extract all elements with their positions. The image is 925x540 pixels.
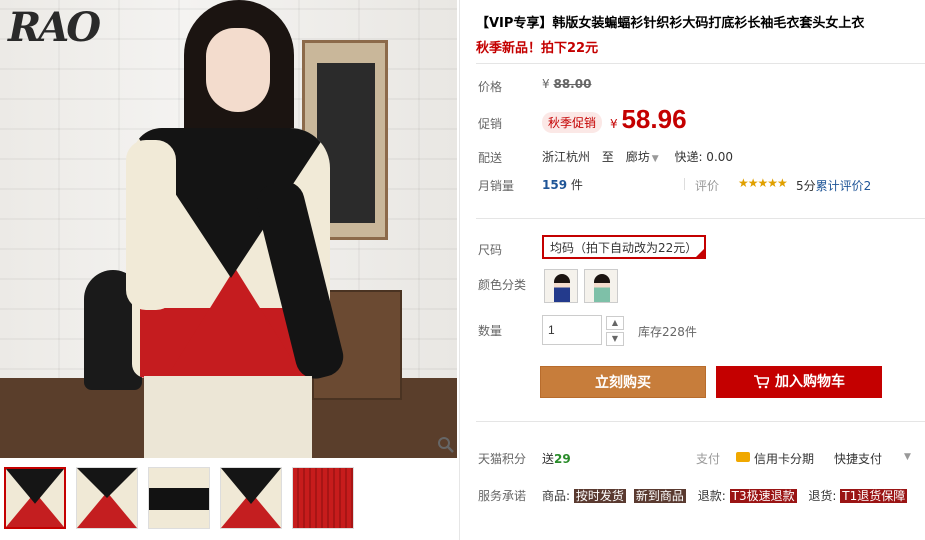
stock-count: 库存228件 bbox=[638, 325, 697, 339]
thumbnail-3[interactable] bbox=[148, 467, 210, 529]
model-figure bbox=[126, 0, 348, 458]
ship-to-word: 至 bbox=[601, 150, 614, 164]
goods-label: 商品: bbox=[542, 489, 571, 503]
quantity-decrease-icon[interactable]: ▼ bbox=[606, 332, 624, 346]
size-label: 尺码 bbox=[478, 243, 503, 257]
return-label: 退货: bbox=[808, 489, 837, 503]
promo-price: ¥ 58.96 bbox=[610, 104, 687, 135]
fast-refund-badge[interactable]: T3极速退款 bbox=[729, 489, 797, 503]
points-value: 送29 bbox=[542, 450, 571, 467]
shipping-label: 配送 bbox=[478, 151, 503, 165]
ship-from: 浙江杭州 bbox=[542, 150, 591, 164]
quantity-input[interactable] bbox=[542, 315, 602, 345]
pay-label: 支付 bbox=[696, 452, 721, 466]
add-to-cart-label: 加入购物车 bbox=[775, 374, 845, 390]
sales-label: 月销量 bbox=[478, 179, 515, 193]
divider bbox=[476, 218, 925, 219]
price-label: 价格 bbox=[478, 80, 503, 94]
shipping-fee: 快递: 0.00 bbox=[674, 150, 734, 164]
on-time-delivery-badge[interactable]: 按时发货 bbox=[573, 489, 626, 503]
refund-label: 退款: bbox=[697, 489, 726, 503]
main-product-image[interactable]: RAO bbox=[0, 0, 457, 458]
promo-label: 促销 bbox=[478, 117, 503, 131]
product-gallery: RAO bbox=[0, 0, 460, 540]
original-price-value: 88.00 bbox=[553, 77, 592, 91]
color-option-1[interactable] bbox=[544, 269, 578, 303]
cart-icon bbox=[754, 375, 769, 389]
new-goods-badge[interactable]: 新到商品 bbox=[633, 489, 686, 503]
return-guarantee-badge[interactable]: T1退货保障 bbox=[840, 489, 908, 503]
color-label: 颜色分类 bbox=[478, 278, 527, 292]
magnifier-icon[interactable] bbox=[437, 436, 455, 454]
points-number: 29 bbox=[554, 452, 571, 466]
chevron-down-icon[interactable]: ▼ bbox=[904, 452, 911, 462]
sales-count: 159 bbox=[542, 178, 568, 192]
rating-score: 5分 bbox=[796, 179, 816, 193]
divider bbox=[476, 63, 925, 64]
sales-unit: 件 bbox=[570, 178, 583, 192]
review-link[interactable]: 累计评价2 bbox=[816, 179, 872, 193]
buy-now-button[interactable]: 立刻购买 bbox=[540, 366, 706, 398]
original-price: ¥ 88.00 bbox=[542, 77, 591, 91]
promo-tag: 秋季促销 bbox=[542, 112, 603, 133]
monthly-sales: 159 件 bbox=[542, 176, 583, 193]
star-rating-icon: ★★★★★ bbox=[738, 176, 788, 190]
points-prefix: 送 bbox=[542, 452, 555, 466]
promo-price-value: 58.96 bbox=[621, 104, 687, 134]
ship-destination-select[interactable]: 廊坊 bbox=[626, 150, 650, 164]
product-title: 【VIP专享】韩版女装蝙蝠衫针织衫大码打底衫长袖毛衣套头女上衣 bbox=[476, 16, 865, 31]
chevron-down-icon[interactable]: ▼ bbox=[652, 154, 659, 164]
thumbnail-5[interactable] bbox=[292, 467, 354, 529]
card-installment-link[interactable]: 信用卡分期 bbox=[754, 450, 814, 467]
size-option-text: 均码（拍下自动改为22元） bbox=[550, 241, 698, 255]
thumbnail-2[interactable] bbox=[76, 467, 138, 529]
service-promises: 商品: 按时发货 新到商品 退款: T3极速退款 退货: T1退货保障 bbox=[542, 487, 915, 504]
divider bbox=[476, 421, 925, 422]
color-option-2[interactable] bbox=[584, 269, 618, 303]
thumbnail-4[interactable] bbox=[220, 467, 282, 529]
quantity-increase-icon[interactable]: ▲ bbox=[606, 316, 624, 330]
product-subtitle: 秋季新品！拍下22元 bbox=[476, 41, 599, 56]
quantity-label: 数量 bbox=[478, 324, 503, 338]
rating-label: 评价 bbox=[695, 179, 720, 193]
credit-card-icon bbox=[736, 452, 750, 462]
size-option-selected[interactable]: 均码（拍下自动改为22元） bbox=[542, 235, 706, 259]
product-info-panel: 【VIP专享】韩版女装蝙蝠衫针织衫大码打底衫长袖毛衣套头女上衣 秋季新品！拍下2… bbox=[476, 0, 925, 540]
brand-logo: RAO bbox=[8, 4, 101, 51]
currency-symbol: ¥ bbox=[610, 117, 618, 131]
quick-pay-link[interactable]: 快捷支付 bbox=[834, 450, 882, 467]
currency-symbol: ¥ bbox=[542, 77, 550, 91]
selected-check-icon bbox=[696, 249, 704, 257]
shipping-info: 浙江杭州 至 廊坊 ▼ 快递: 0.00 bbox=[542, 148, 733, 165]
points-label: 天猫积分 bbox=[478, 452, 527, 466]
promise-label: 服务承诺 bbox=[478, 489, 527, 503]
divider bbox=[684, 178, 685, 190]
rating-text: 5分累计评价2 bbox=[796, 177, 871, 194]
thumbnail-1[interactable] bbox=[4, 467, 66, 529]
add-to-cart-button[interactable]: 加入购物车 bbox=[716, 366, 882, 398]
thumbnail-strip bbox=[4, 467, 354, 529]
